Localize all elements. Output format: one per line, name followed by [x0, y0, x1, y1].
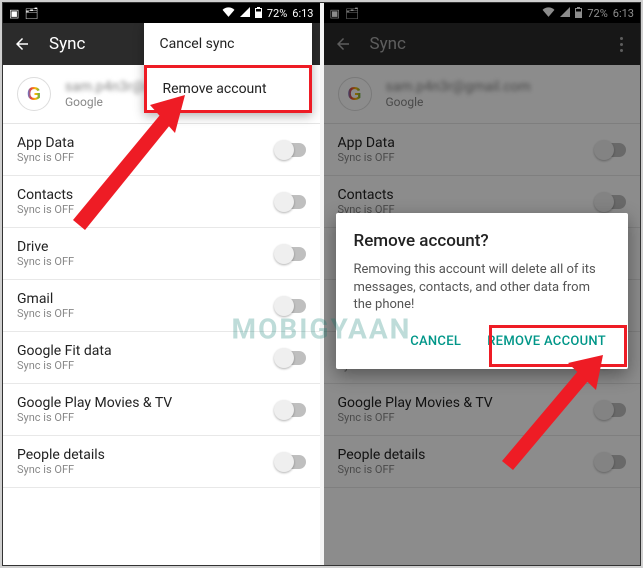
item-title: Gmail	[17, 291, 74, 307]
back-icon[interactable]	[13, 35, 31, 53]
item-sub: Sync is OFF	[17, 463, 105, 476]
signal-icon	[240, 7, 250, 19]
remove-account-dialog: Remove account? Removing this account wi…	[336, 213, 629, 369]
briefcase-icon: 🗂	[24, 7, 38, 20]
item-sub: Sync is OFF	[17, 411, 172, 424]
cancel-button[interactable]: CANCEL	[406, 328, 465, 355]
battery-icon	[255, 7, 262, 20]
item-title: Drive	[17, 239, 74, 255]
phone-left: ▣ 🗂 72% 6:13 Sync	[3, 3, 320, 565]
toggle-switch[interactable]	[276, 247, 306, 261]
toggle-switch[interactable]	[276, 195, 306, 209]
phone-right: ▣ 🗂 72% 6:13 Sync	[324, 3, 641, 565]
menu-cancel-sync[interactable]: Cancel sync	[144, 23, 312, 65]
item-title: Google Fit data	[17, 343, 112, 359]
status-right: 72% 6:13	[222, 7, 314, 20]
annotation-arrow-icon	[488, 355, 608, 475]
toggle-switch[interactable]	[276, 403, 306, 417]
list-item[interactable]: DriveSync is OFF	[3, 228, 320, 280]
camera-icon: ▣	[9, 7, 19, 20]
list-item[interactable]: GmailSync is OFF	[3, 280, 320, 332]
dialog-body: Removing this account will delete all of…	[354, 261, 611, 314]
status-time: 6:13	[292, 8, 313, 19]
toggle-switch[interactable]	[276, 299, 306, 313]
item-sub: Sync is OFF	[17, 359, 112, 372]
item-title: Google Play Movies & TV	[17, 395, 172, 411]
list-item[interactable]: Google Play Movies & TVSync is OFF	[3, 384, 320, 436]
toggle-switch[interactable]	[276, 455, 306, 469]
toggle-switch[interactable]	[276, 143, 306, 157]
list-item[interactable]: People detailsSync is OFF	[3, 436, 320, 488]
dialog-title: Remove account?	[354, 231, 611, 251]
tutorial-two-pane: ▣ 🗂 72% 6:13 Sync	[2, 2, 641, 566]
google-logo-icon: G	[17, 77, 51, 111]
list-item[interactable]: Google Fit dataSync is OFF	[3, 332, 320, 384]
item-title: People details	[17, 447, 105, 463]
item-sub: Sync is OFF	[17, 255, 74, 268]
toggle-switch[interactable]	[276, 351, 306, 365]
battery-percent: 72%	[267, 8, 287, 19]
wifi-icon	[222, 7, 235, 19]
status-bar: ▣ 🗂 72% 6:13	[3, 3, 320, 23]
appbar-title: Sync	[49, 34, 85, 54]
annotation-arrow-icon	[55, 95, 195, 235]
status-left: ▣ 🗂	[9, 7, 38, 20]
item-sub: Sync is OFF	[17, 307, 74, 320]
